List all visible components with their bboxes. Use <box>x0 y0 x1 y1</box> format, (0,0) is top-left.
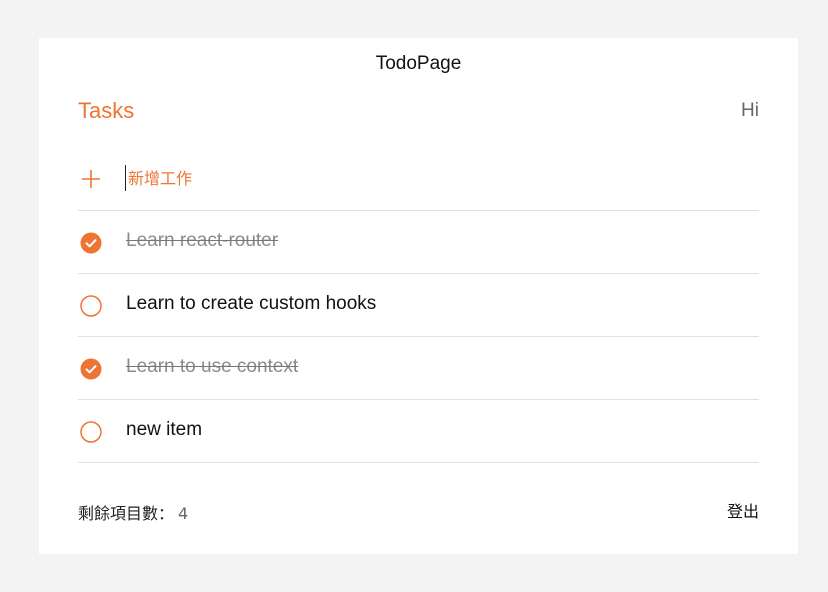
todo-rows: Learn react-router Learn to create custom… <box>78 211 759 463</box>
remaining-count: 4 <box>178 504 189 523</box>
header-row: Tasks Hi <box>78 98 759 128</box>
footer: 剩餘項目數： 4 登出 <box>78 498 759 524</box>
todo-list: Learn react-router Learn to create custom… <box>78 148 759 463</box>
todo-card: TodoPage Tasks Hi Learn react-routerLear… <box>39 38 798 554</box>
todo-item: Learn react-router <box>78 211 759 274</box>
add-task-input[interactable] <box>125 165 688 191</box>
unchecked-circle-icon[interactable] <box>80 295 102 317</box>
todo-item: new item <box>78 400 759 463</box>
todo-text: Learn to use context <box>126 356 299 377</box>
todo-item: Learn to create custom hooks <box>78 274 759 337</box>
greeting: Hi <box>741 100 759 121</box>
remaining-items: 剩餘項目數： 4 <box>78 500 188 524</box>
remaining-label: 剩餘項目數： <box>78 504 175 523</box>
checked-circle-icon[interactable] <box>80 358 102 380</box>
tasks-heading: Tasks <box>78 98 135 123</box>
todo-text: new item <box>126 419 203 440</box>
todo-item: Learn to use context <box>78 337 759 400</box>
checked-circle-icon[interactable] <box>80 232 102 254</box>
unchecked-circle-icon[interactable] <box>80 421 102 443</box>
app-title: TodoPage <box>375 53 462 74</box>
todo-text: Learn react-router <box>126 230 279 251</box>
plus-icon[interactable] <box>80 168 102 190</box>
logout-button[interactable]: 登出 <box>727 498 759 522</box>
add-task-row <box>78 148 759 211</box>
todo-text: Learn to create custom hooks <box>126 293 377 314</box>
